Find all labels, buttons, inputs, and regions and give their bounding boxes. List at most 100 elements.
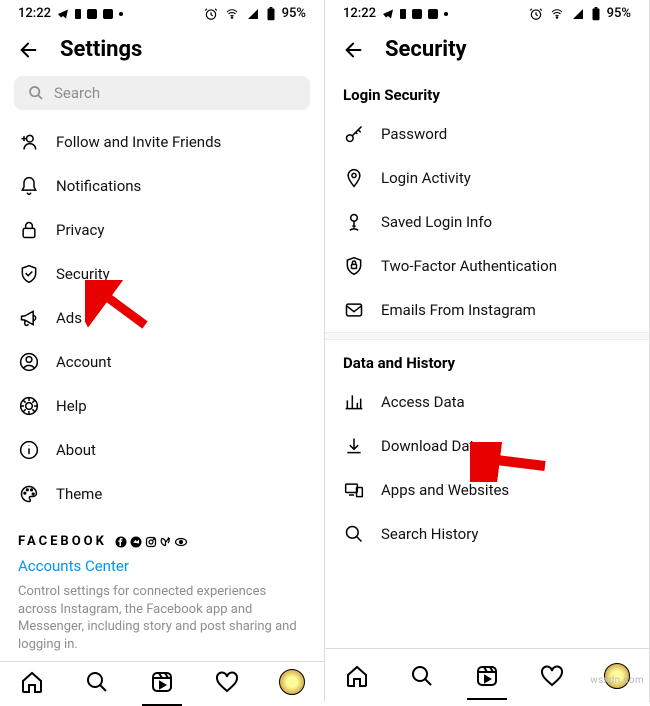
alarm-icon bbox=[204, 7, 218, 21]
search-input[interactable]: Search bbox=[14, 76, 310, 110]
avatar bbox=[279, 669, 305, 695]
page-title: Settings bbox=[60, 37, 142, 62]
status-battery: 95% bbox=[607, 6, 631, 21]
security-item-login-activity[interactable]: Login Activity bbox=[325, 156, 649, 200]
telegram-icon bbox=[382, 8, 394, 20]
megaphone-icon bbox=[18, 308, 40, 328]
status-app-icon bbox=[103, 9, 113, 19]
palette-icon bbox=[18, 484, 40, 504]
profile-key-icon bbox=[343, 212, 365, 232]
back-icon[interactable] bbox=[18, 39, 40, 61]
nav-home[interactable] bbox=[12, 670, 52, 694]
settings-item-label: Theme bbox=[56, 485, 102, 503]
alarm-icon bbox=[529, 7, 543, 21]
settings-screen: 12:22 95% Settings Search Follow and Inv… bbox=[0, 0, 325, 702]
key-icon bbox=[343, 124, 365, 144]
callout-arrow bbox=[470, 442, 550, 482]
callout-arrow bbox=[85, 280, 155, 330]
shield-check-icon bbox=[18, 264, 40, 284]
settings-item-label: Help bbox=[56, 397, 87, 415]
battery-icon bbox=[266, 7, 276, 21]
status-battery: 95% bbox=[282, 6, 306, 21]
status-dot-icon bbox=[444, 12, 448, 16]
security-item-label: Emails From Instagram bbox=[381, 301, 536, 319]
info-icon bbox=[18, 440, 40, 460]
section-login-security: Login Security bbox=[325, 72, 649, 112]
download-icon bbox=[343, 436, 365, 456]
search-placeholder: Search bbox=[54, 84, 100, 102]
bottom-nav bbox=[0, 661, 324, 702]
status-app-icon bbox=[75, 9, 81, 19]
security-item-label: Password bbox=[381, 125, 447, 143]
accounts-center-link[interactable]: Accounts Center bbox=[0, 553, 324, 579]
settings-item-privacy[interactable]: Privacy bbox=[0, 208, 324, 252]
telegram-icon bbox=[57, 8, 69, 20]
settings-item-security[interactable]: Security bbox=[0, 252, 324, 296]
settings-item-label: Ads bbox=[56, 309, 82, 327]
brand-row: FACEBOOK bbox=[0, 516, 324, 553]
security-item-two-factor[interactable]: Two-Factor Authentication bbox=[325, 244, 649, 288]
nav-search[interactable] bbox=[77, 670, 117, 694]
status-app-icon bbox=[428, 9, 438, 19]
nav-reels[interactable] bbox=[467, 664, 507, 700]
nav-activity[interactable] bbox=[207, 670, 247, 694]
section-data-history: Data and History bbox=[325, 340, 649, 380]
settings-item-about[interactable]: About bbox=[0, 428, 324, 472]
devices-icon bbox=[343, 480, 365, 500]
brand-app-icons bbox=[115, 536, 187, 548]
security-screen: 12:22 95% Security Login Security Passwo… bbox=[325, 0, 650, 702]
security-item-label: Login Activity bbox=[381, 169, 471, 187]
brand-text: FACEBOOK bbox=[18, 534, 107, 549]
shield-lock-icon bbox=[343, 256, 365, 276]
nav-profile[interactable] bbox=[272, 669, 312, 695]
back-icon[interactable] bbox=[343, 39, 365, 61]
settings-item-label: About bbox=[56, 441, 96, 459]
security-item-password[interactable]: Password bbox=[325, 112, 649, 156]
security-item-access-data[interactable]: Access Data bbox=[325, 380, 649, 424]
security-item-label: Search History bbox=[381, 525, 479, 543]
security-item-label: Download Data bbox=[381, 437, 483, 455]
settings-item-label: Privacy bbox=[56, 221, 104, 239]
settings-item-label: Account bbox=[56, 353, 112, 371]
security-item-label: Access Data bbox=[381, 393, 465, 411]
header: Security bbox=[325, 23, 649, 72]
settings-item-account[interactable]: Account bbox=[0, 340, 324, 384]
status-app-icon bbox=[412, 9, 422, 19]
accounts-center-desc: Control settings for connected experienc… bbox=[0, 579, 324, 661]
help-icon bbox=[18, 396, 40, 416]
wifi-icon bbox=[224, 8, 240, 20]
section-divider bbox=[325, 332, 649, 340]
nav-search[interactable] bbox=[402, 664, 442, 688]
settings-item-notifications[interactable]: Notifications bbox=[0, 164, 324, 208]
location-icon bbox=[343, 168, 365, 188]
status-app-icon bbox=[400, 9, 406, 19]
search-icon bbox=[28, 85, 44, 101]
bar-chart-icon bbox=[343, 392, 365, 412]
status-bar: 12:22 95% bbox=[325, 0, 649, 23]
status-app-icon bbox=[87, 9, 97, 19]
settings-item-label: Follow and Invite Friends bbox=[56, 133, 221, 151]
security-item-search-history[interactable]: Search History bbox=[325, 512, 649, 556]
settings-item-theme[interactable]: Theme bbox=[0, 472, 324, 516]
settings-item-ads[interactable]: Ads bbox=[0, 296, 324, 340]
user-plus-icon bbox=[18, 132, 40, 152]
signal-icon bbox=[246, 8, 260, 20]
user-circle-icon bbox=[18, 352, 40, 372]
security-item-label: Apps and Websites bbox=[381, 481, 509, 499]
security-item-emails[interactable]: Emails From Instagram bbox=[325, 288, 649, 332]
page-title: Security bbox=[385, 37, 467, 62]
security-item-label: Two-Factor Authentication bbox=[381, 257, 557, 275]
security-item-saved-login[interactable]: Saved Login Info bbox=[325, 200, 649, 244]
settings-item-label: Notifications bbox=[56, 177, 141, 195]
battery-icon bbox=[591, 7, 601, 21]
nav-activity[interactable] bbox=[532, 664, 572, 688]
nav-reels[interactable] bbox=[142, 670, 182, 706]
search-icon bbox=[343, 524, 365, 544]
status-dot-icon bbox=[119, 12, 123, 16]
settings-item-follow[interactable]: Follow and Invite Friends bbox=[0, 120, 324, 164]
mail-icon bbox=[343, 300, 365, 320]
wifi-icon bbox=[549, 8, 565, 20]
settings-item-help[interactable]: Help bbox=[0, 384, 324, 428]
status-bar: 12:22 95% bbox=[0, 0, 324, 23]
nav-home[interactable] bbox=[337, 664, 377, 688]
